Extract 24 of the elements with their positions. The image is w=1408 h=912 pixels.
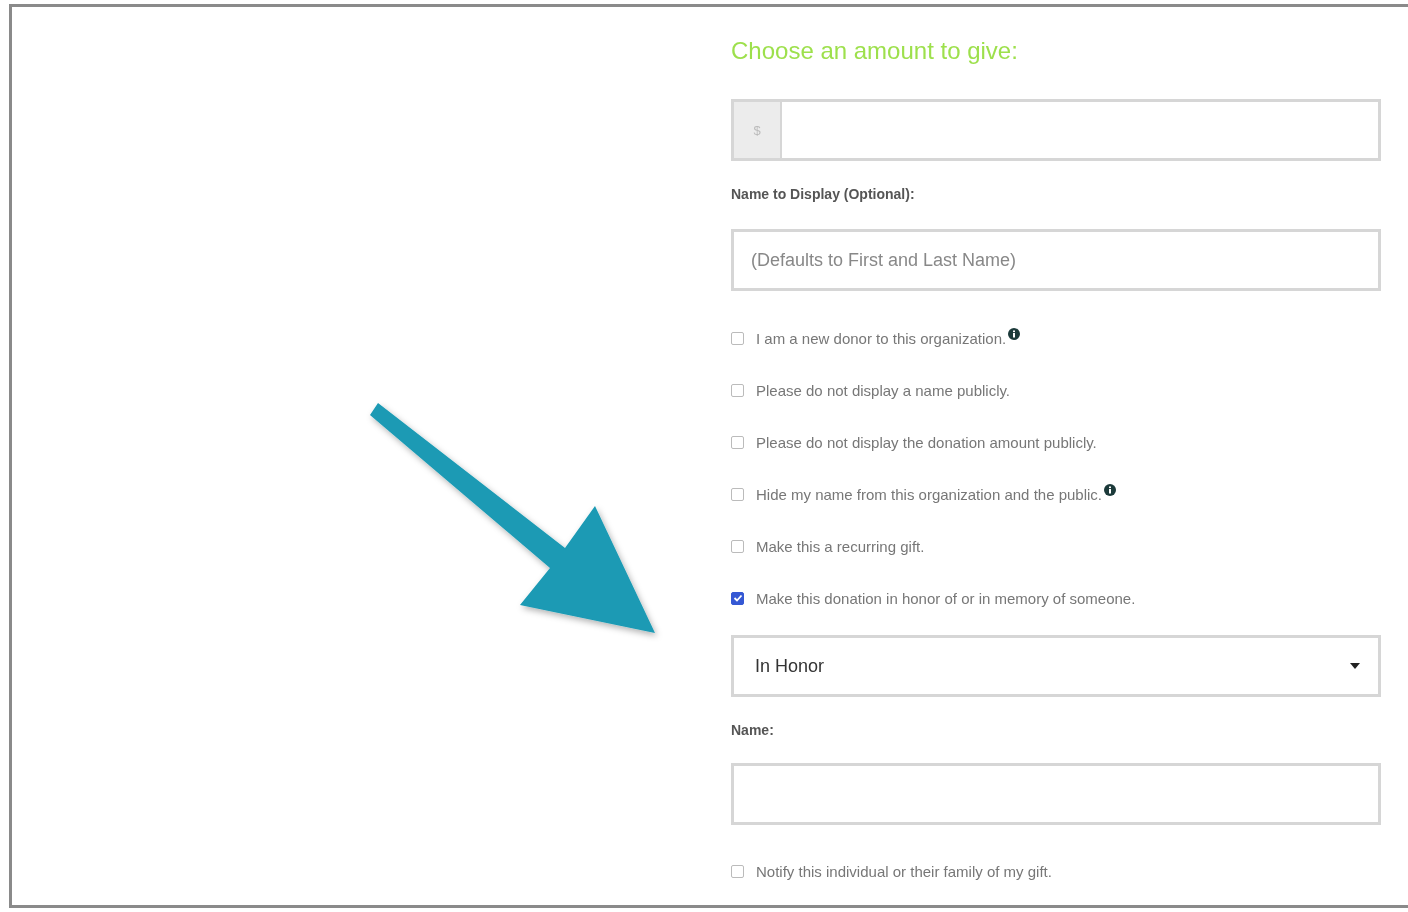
field-label: Name:: [731, 721, 775, 739]
tribute-select[interactable]: In Honor: [731, 635, 1381, 697]
option-label: Make this a recurring gift.: [756, 537, 925, 555]
option-label: Hide my name from this organization and the public.: [756, 485, 1102, 503]
checkbox[interactable]: [731, 331, 744, 345]
option-label: I am a new donor to this organization.: [756, 329, 1007, 347]
option-label: Please do not display a name publicly.: [756, 381, 1011, 399]
field-label: Name to Display (Optional):: [731, 185, 916, 203]
currency-prefix: $: [734, 102, 782, 158]
checkbox[interactable]: [731, 591, 744, 605]
checkbox[interactable]: [731, 383, 744, 397]
info-icon[interactable]: [1008, 328, 1021, 340]
honoree-name-field[interactable]: [731, 763, 1381, 825]
option-label: Make this donation in honor of or in memory of someone.: [756, 589, 1136, 607]
display-name-field[interactable]: (Defaults to First and Last Name): [731, 229, 1381, 291]
info-icon[interactable]: [1104, 484, 1116, 496]
checkbox[interactable]: [731, 487, 744, 501]
checkbox[interactable]: [731, 539, 744, 553]
checkbox[interactable]: [731, 435, 744, 449]
form-heading: Choose an amount to give:: [731, 36, 1019, 66]
option-label: Please do not display the donation amount publicly.: [756, 433, 1097, 451]
caret-icon: [1350, 663, 1360, 669]
option-label: Notify this individual or their family of my gift.: [756, 862, 1052, 880]
checkbox[interactable]: [731, 864, 744, 878]
